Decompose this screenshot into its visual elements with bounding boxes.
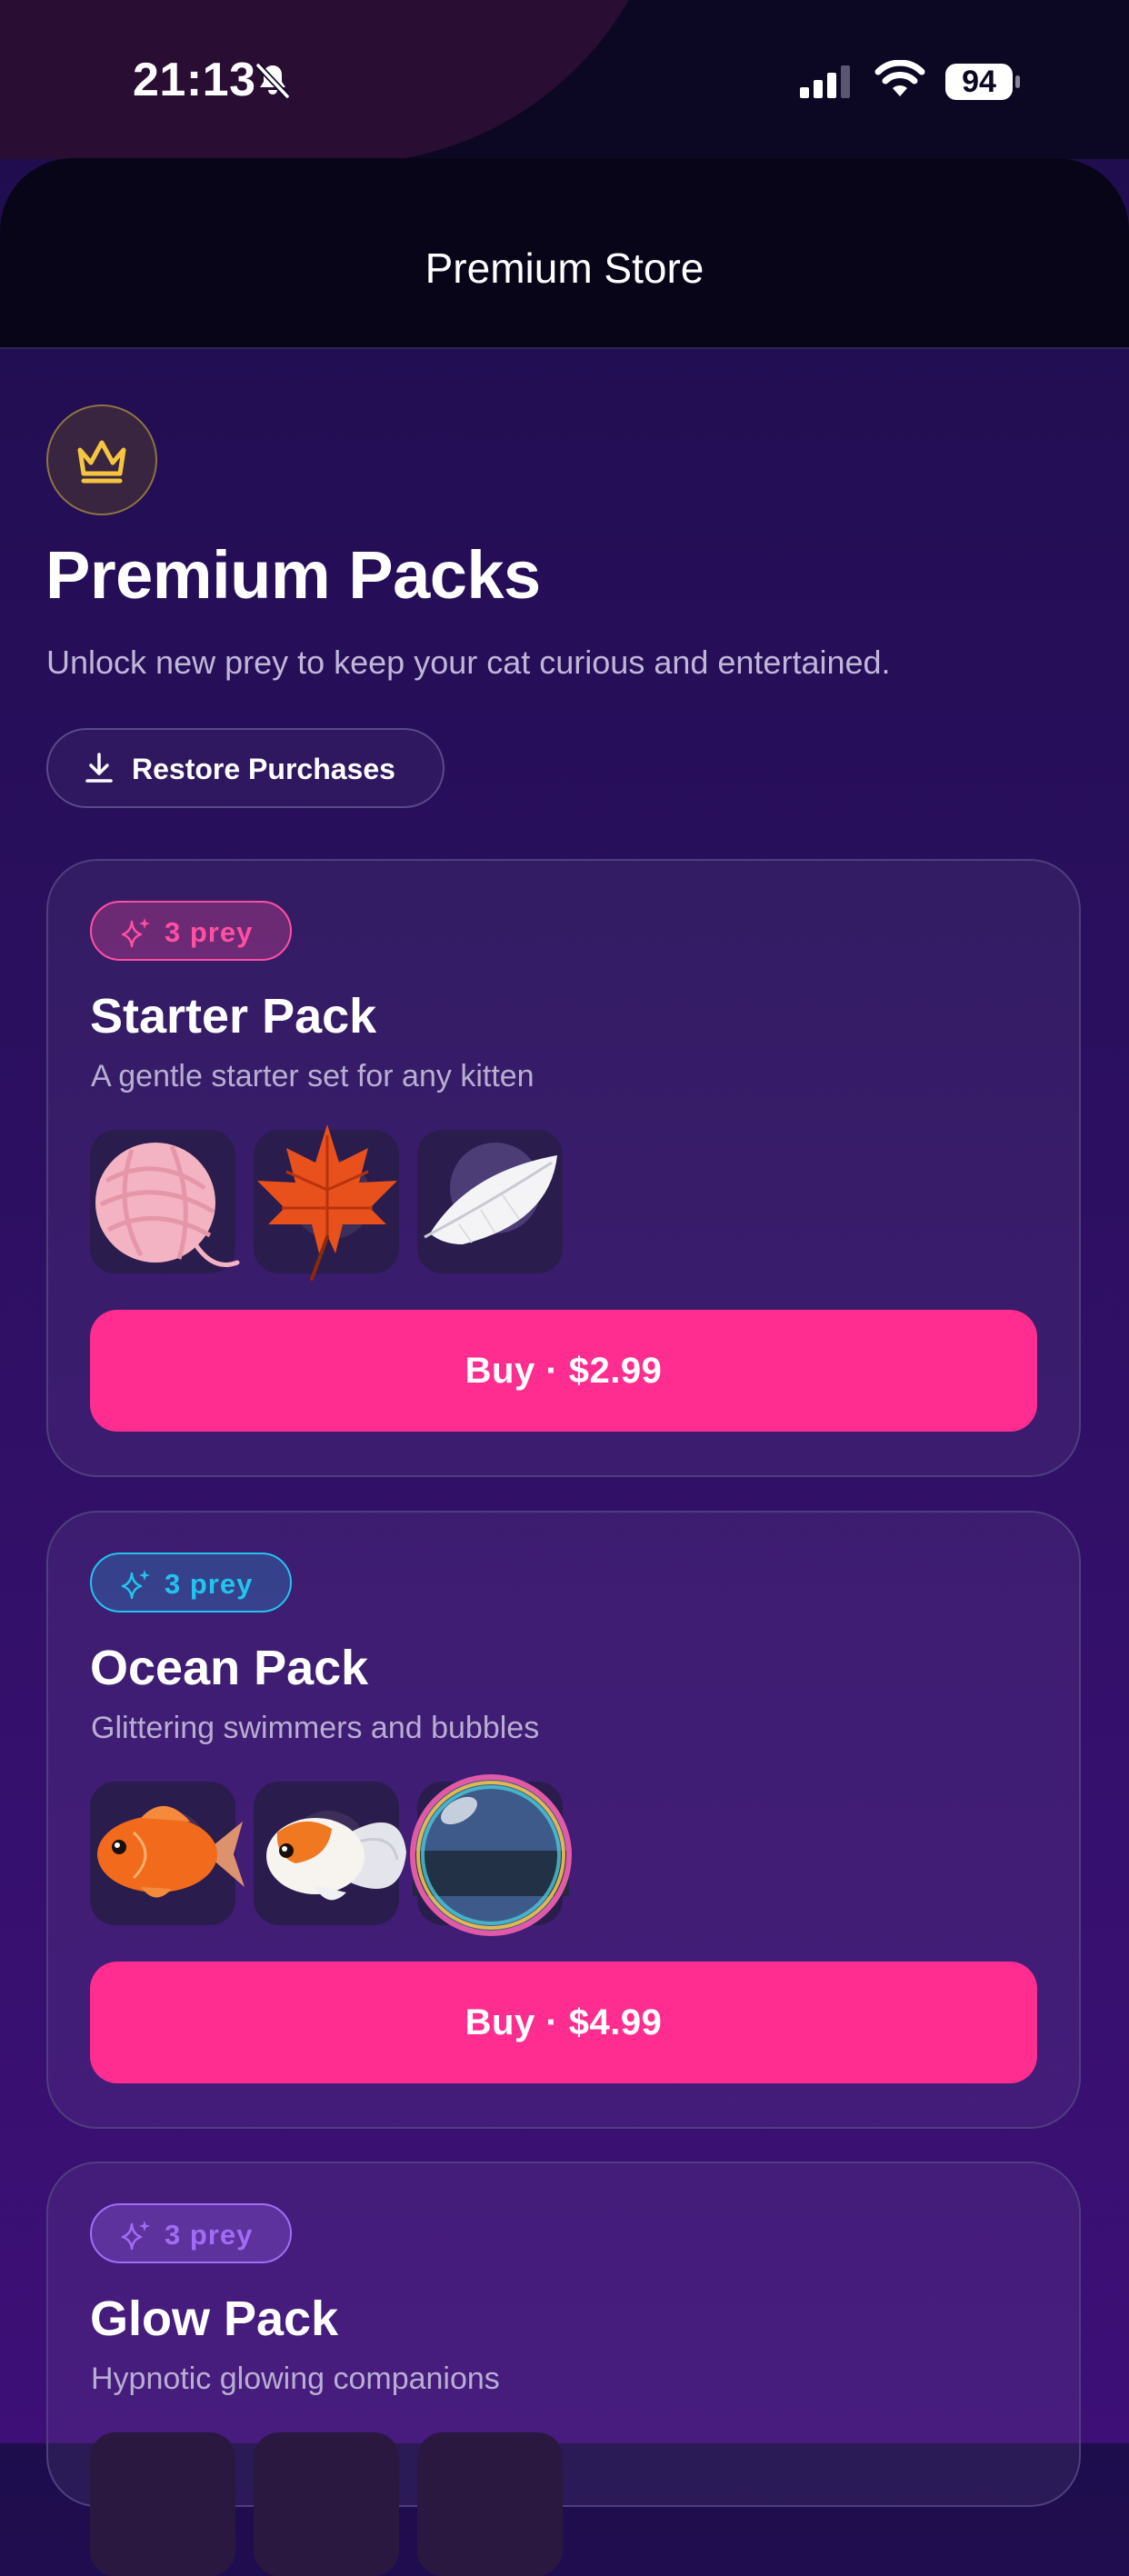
sparkle-icon [121,2221,150,2251]
pack-description: Glittering swimmers and bubbles [91,1711,540,1745]
pack-name: Starter Pack [90,989,377,1043]
buy-button[interactable]: Buy · $2.99 [90,1310,1037,1432]
page-title: Premium Packs [45,537,541,613]
prey-count-label: 3 prey [165,2219,254,2251]
prey-count-badge: 3 prey [90,901,292,961]
pack-description: A gentle starter set for any kitten [91,1059,535,1093]
download-icon [85,753,113,783]
prey-tile-goldfish [90,1782,245,1925]
goldfish-icon [97,1805,245,1898]
restore-purchases-label: Restore Purchases [132,753,395,785]
pack-description: Hypnotic glowing companions [91,2361,500,2396]
prey-tile [417,2432,563,2576]
buy-button[interactable]: Buy · $4.99 [90,1962,1037,2083]
battery-level: 94 [962,64,996,99]
bell-slash-icon [255,63,290,99]
prey-tile-bubble [410,1774,572,1936]
fancy-goldfish-icon [266,1811,406,1901]
sparkle-icon [121,1570,150,1600]
prey-count-badge: 3 prey [90,1553,292,1612]
page-header-title: Premium Store [425,245,704,292]
restore-purchases-button[interactable]: Restore Purchases [46,728,445,808]
prey-count-badge: 3 prey [90,2203,292,2263]
prey-tile-yarn [90,1130,240,1273]
status-bar: 21:13 94 [0,0,1129,159]
pack-name: Ocean Pack [90,1641,369,1695]
prey-count-label: 3 prey [165,1568,254,1600]
maple-leaf-icon [257,1124,397,1281]
prey-tile-leaf [254,1124,399,1281]
pack-name: Glow Pack [90,2291,339,2346]
buy-button-label: Buy · $2.99 [465,1350,663,1391]
pack-card-glow: 3 prey Glow Pack Hypnotic glowing compan… [46,2162,1081,2576]
prey-tile-fancy-goldfish [254,1782,406,1925]
pack-card-starter: 3 prey Starter Pack A gentle starter set… [46,859,1081,1477]
pack-card-ocean: 3 prey Ocean Pack Glittering swimmers an… [46,1511,1081,2129]
crown-icon [77,440,126,484]
wifi-icon [874,60,925,96]
cellular-signal-icon [800,65,850,98]
prey-count-label: 3 prey [165,916,254,948]
prey-tile [90,2432,235,2576]
sparkle-icon [121,918,150,948]
page-subtitle: Unlock new prey to keep your cat curious… [46,644,891,681]
status-time: 21:13 [133,54,256,106]
prey-tile [254,2432,399,2576]
soap-bubble-icon [410,1774,572,1936]
prey-tile-feather [417,1130,563,1273]
crown-badge [46,404,157,515]
buy-button-label: Buy · $4.99 [465,2002,663,2042]
feather-icon [424,1143,557,1244]
yarn-ball-icon [95,1143,240,1267]
